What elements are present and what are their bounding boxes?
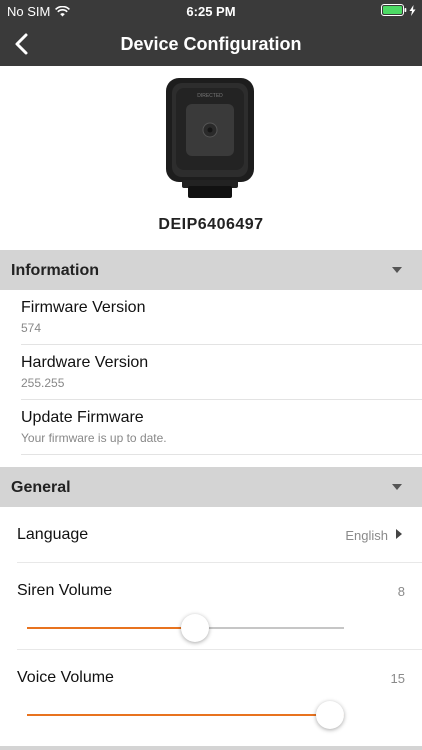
section-title: Information: [11, 262, 99, 279]
section-header-general[interactable]: General: [0, 467, 422, 507]
siren-volume-row: Siren Volume 8: [0, 563, 422, 650]
row-label: Language: [17, 526, 89, 543]
navigation-bar: Device Configuration: [0, 22, 422, 66]
chevron-down-icon: [392, 484, 402, 490]
language-row[interactable]: Language English: [0, 507, 422, 563]
section-header-information[interactable]: Information: [0, 250, 422, 290]
device-summary: DIRECTED DEIP6406497: [0, 66, 422, 250]
battery-icon: [381, 4, 416, 16]
siren-volume-slider[interactable]: [27, 613, 344, 643]
row-label: Update Firmware: [21, 409, 144, 426]
row-label: Siren Volume: [17, 582, 113, 599]
row-value: Your firmware is up to date.: [21, 431, 167, 445]
status-time: 6:25 PM: [186, 4, 236, 19]
charging-bolt-icon: [409, 4, 416, 16]
next-section-edge: [0, 746, 422, 750]
divider: [21, 454, 422, 455]
voice-volume-value: 15: [390, 671, 405, 686]
status-bar: No SIM 6:25 PM: [0, 0, 422, 22]
row-label: Firmware Version: [21, 299, 146, 316]
page-title: Device Configuration: [120, 34, 302, 54]
device-image: DIRECTED: [166, 78, 254, 198]
row-label: Hardware Version: [21, 354, 149, 371]
voice-volume-row: Voice Volume 15: [0, 650, 422, 746]
section-title: General: [11, 479, 71, 496]
slider-fill: [27, 627, 195, 629]
row-label: Voice Volume: [17, 669, 114, 686]
row-value: 574: [21, 321, 42, 335]
siren-volume-value: 8: [397, 584, 405, 599]
device-id: DEIP6406497: [158, 216, 264, 233]
chevron-right-icon: [396, 529, 402, 539]
chevron-down-icon: [392, 267, 402, 273]
firmware-version-row: Firmware Version 574: [0, 290, 422, 345]
language-value: English: [345, 528, 388, 543]
hardware-version-row: Hardware Version 255.255: [0, 345, 422, 400]
row-value: 255.255: [21, 376, 65, 390]
voice-volume-slider[interactable]: [27, 700, 344, 730]
update-firmware-row[interactable]: Update Firmware Your firmware is up to d…: [0, 400, 422, 455]
slider-thumb[interactable]: [181, 614, 209, 642]
slider-thumb[interactable]: [316, 701, 344, 729]
device-brand-mark: DIRECTED: [197, 93, 223, 99]
slider-fill: [27, 714, 344, 716]
